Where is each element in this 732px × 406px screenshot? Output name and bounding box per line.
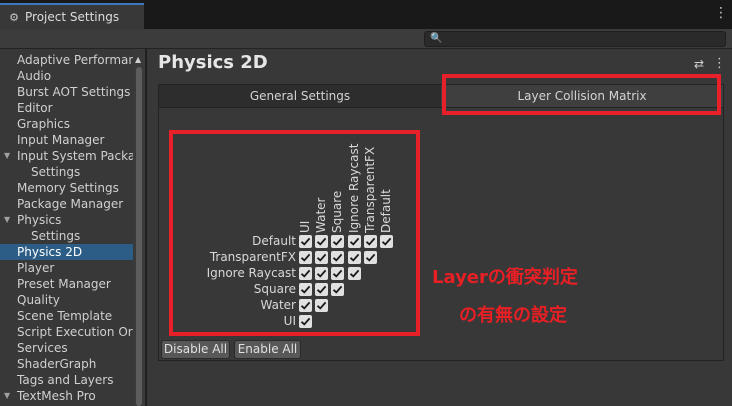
sidebar-item-label: Tags and Layers xyxy=(17,373,114,387)
expand-arrow-icon[interactable]: ▼ xyxy=(4,212,10,228)
sidebar-item-label: Memory Settings xyxy=(17,181,119,195)
sidebar-item[interactable]: Graphics xyxy=(0,116,133,132)
sidebar-item-label: Audio xyxy=(17,69,52,83)
scroll-thumb[interactable] xyxy=(136,67,142,406)
sidebar-item[interactable]: Package Manager xyxy=(0,196,133,212)
sidebar-list: Adaptive Performance Audio Burst AOT Setti… xyxy=(0,52,133,404)
expand-arrow-icon[interactable]: ▼ xyxy=(4,388,10,404)
sidebar-item[interactable]: Scene Template xyxy=(0,308,133,324)
preset-sliders-icon[interactable]: ⇄ xyxy=(693,57,705,71)
sidebar-item-label: Graphics xyxy=(17,117,70,131)
title-bar: ⚙ Project Settings ⋮ xyxy=(0,0,732,29)
sidebar-item[interactable]: Input Manager xyxy=(0,132,133,148)
sidebar-item[interactable]: ShaderGraph xyxy=(0,356,133,372)
annotation-line-2: の有無の設定 xyxy=(459,305,567,326)
tab-title: Project Settings xyxy=(25,10,120,24)
annotation-line-1: Layerの衝突判定 xyxy=(432,267,578,288)
sidebar-item-label: Input Manager xyxy=(17,133,105,147)
sidebar-item-label: Scene Template xyxy=(17,309,113,323)
search-input[interactable] xyxy=(424,31,726,47)
sidebar-item[interactable]: Services xyxy=(0,340,133,356)
sidebar-item-label: Settings xyxy=(31,229,81,243)
gear-icon: ⚙ xyxy=(9,10,19,24)
disable-all-button[interactable]: Disable All xyxy=(161,340,230,359)
sidebar-item-label: Adaptive Performance xyxy=(17,53,133,67)
sidebar-scrollbar[interactable]: ▲ xyxy=(133,49,145,406)
sidebar-item[interactable]: Quality xyxy=(0,292,133,308)
sidebar-item[interactable]: Burst AOT Settings xyxy=(0,84,133,100)
project-settings-tab[interactable]: ⚙ Project Settings xyxy=(0,3,144,29)
search-bar: 🔍 xyxy=(0,29,732,49)
tab-highlight-box xyxy=(442,74,721,115)
tab-general-settings[interactable]: General Settings xyxy=(159,85,441,107)
sidebar-item-label: Preset Manager xyxy=(17,277,111,291)
sidebar-item-label: Services xyxy=(17,341,68,355)
sidebar-item-label: Input System Package xyxy=(17,149,133,163)
sidebar-item-label: Physics xyxy=(17,213,62,227)
sidebar-item-label: ShaderGraph xyxy=(17,357,97,371)
sidebar-item-label: Physics 2D xyxy=(17,245,83,259)
sidebar-item[interactable]: Preset Manager xyxy=(0,276,133,292)
matrix-highlight-box xyxy=(169,130,420,336)
sidebar-item[interactable]: Settings xyxy=(0,164,133,180)
enable-all-button[interactable]: Enable All xyxy=(234,340,301,359)
sidebar-item[interactable]: Script Execution Order xyxy=(0,324,133,340)
sidebar-item[interactable]: ▼ Physics xyxy=(0,212,133,228)
search-icon: 🔍 xyxy=(430,33,443,44)
settings-sidebar: Adaptive Performance Audio Burst AOT Setti… xyxy=(0,49,146,406)
sidebar-item-label: Burst AOT Settings xyxy=(17,85,131,99)
page-menu-icon[interactable]: ⋮ xyxy=(713,56,726,71)
page-title: Physics 2D xyxy=(158,52,268,73)
sidebar-item[interactable]: Audio xyxy=(0,68,133,84)
sidebar-item-label: TextMesh Pro xyxy=(17,389,96,403)
expand-arrow-icon[interactable]: ▼ xyxy=(4,148,10,164)
sidebar-item[interactable]: Editor xyxy=(0,100,133,116)
sidebar-item[interactable]: Player xyxy=(0,260,133,276)
sidebar-item-label: Player xyxy=(17,261,55,275)
sidebar-item-label: Script Execution Order xyxy=(17,325,133,339)
sidebar-item[interactable]: ▼ Input System Package xyxy=(0,148,133,164)
sidebar-item-label: Package Manager xyxy=(17,197,124,211)
sidebar-item-label: Quality xyxy=(17,293,60,307)
sidebar-item-label: Settings xyxy=(31,165,81,179)
scroll-up-icon[interactable]: ▲ xyxy=(135,55,141,64)
sidebar-item-label: Editor xyxy=(17,101,53,115)
sidebar-item[interactable]: Settings xyxy=(0,228,133,244)
sidebar-item[interactable]: Tags and Layers xyxy=(0,372,133,388)
sidebar-item[interactable]: Adaptive Performance xyxy=(0,52,133,68)
window-menu-icon[interactable]: ⋮ xyxy=(714,6,728,20)
sidebar-item[interactable]: Memory Settings xyxy=(0,180,133,196)
sidebar-item[interactable]: Physics 2D xyxy=(0,244,133,260)
sidebar-item[interactable]: ▼ TextMesh Pro xyxy=(0,388,133,404)
